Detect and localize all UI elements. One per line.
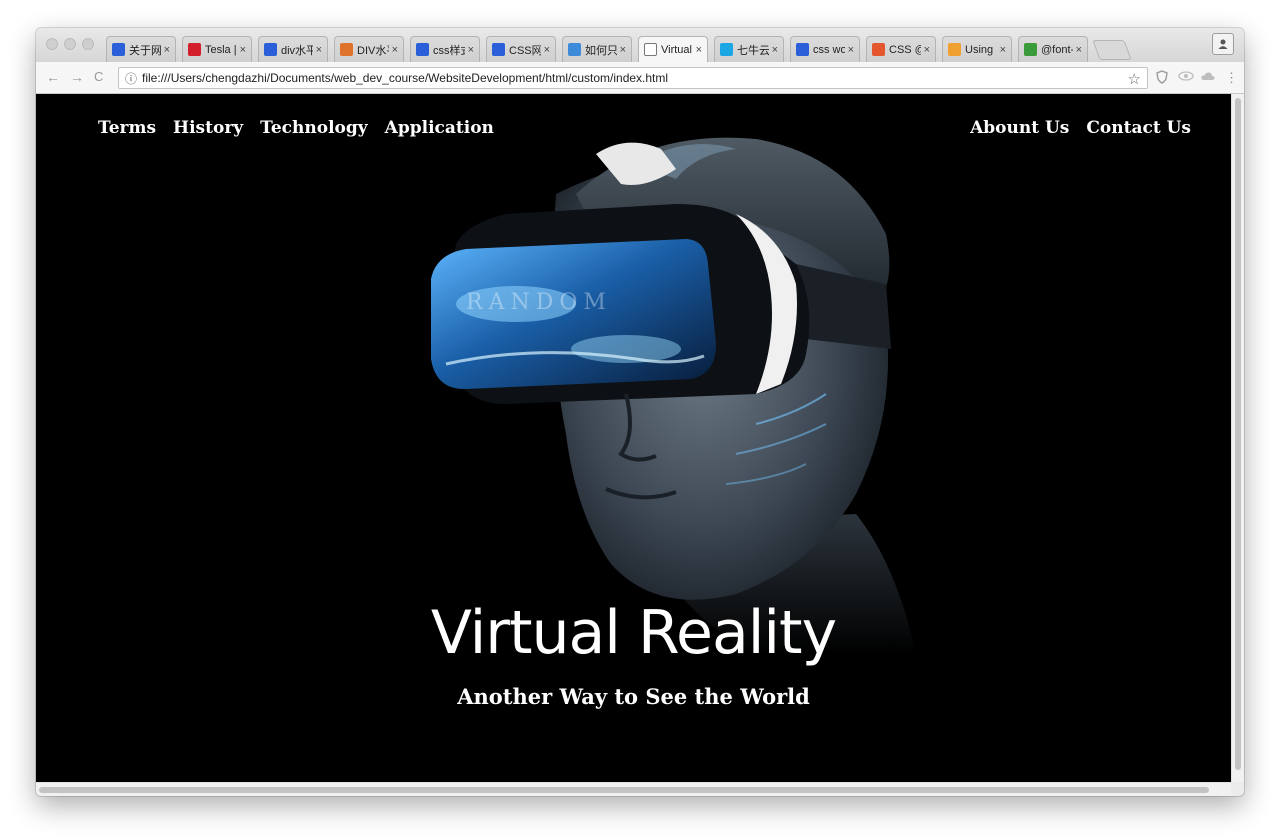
tab-close-icon[interactable]: × (468, 44, 474, 56)
maximize-window-button[interactable] (82, 38, 94, 50)
browser-window: 关于网 × Tesla | × div水平 × DIV水平 × css样式 (36, 28, 1244, 796)
forward-icon[interactable]: → (70, 69, 84, 85)
tab-title: DIV水平 (357, 44, 389, 57)
reload-icon[interactable]: C (94, 69, 103, 85)
tab-favicon-icon (796, 43, 809, 56)
browser-tab[interactable]: Using × (942, 36, 1012, 62)
tab-title: Virtual (661, 43, 692, 56)
browser-tab[interactable]: css样式 × (410, 36, 480, 62)
browser-tab[interactable]: css wo × (790, 36, 860, 62)
tab-title: 关于网 (129, 44, 161, 57)
horizontal-scrollbar[interactable] (36, 782, 1231, 796)
info-icon[interactable]: ⓘ (125, 70, 137, 87)
browser-tab[interactable]: @font- × (1018, 36, 1088, 62)
vertical-scroll-thumb[interactable] (1235, 98, 1241, 770)
browser-toolbar: ← → C ⓘ file:///Users/chengdazhi/Documen… (36, 62, 1244, 94)
tab-title: css wo (813, 43, 845, 56)
tab-favicon-icon (188, 43, 201, 56)
tab-favicon-icon (112, 43, 125, 56)
tab-close-icon[interactable]: × (620, 44, 626, 56)
nav-link-about-us[interactable]: Abount Us (970, 118, 1069, 138)
tab-close-icon[interactable]: × (1076, 44, 1082, 56)
tab-title: 如何只 (585, 44, 617, 57)
profile-icon[interactable] (1212, 33, 1234, 55)
tab-favicon-icon (1024, 43, 1037, 56)
tab-close-icon[interactable]: × (1000, 44, 1006, 56)
web-page: RANDOM Terms History Technology Applicat… (36, 94, 1231, 782)
nav-link-contact-us[interactable]: Contact Us (1086, 118, 1191, 138)
tab-title: CSS @ (889, 43, 921, 56)
horizontal-scroll-thumb[interactable] (39, 787, 1209, 793)
tab-close-icon[interactable]: × (240, 44, 246, 56)
nav-link-history[interactable]: History (173, 118, 243, 138)
close-window-button[interactable] (46, 38, 58, 50)
browser-tab[interactable]: 七牛云 × (714, 36, 784, 62)
tab-favicon-icon (492, 43, 505, 56)
browser-tab-active[interactable]: Virtual × (638, 36, 708, 62)
tab-close-icon[interactable]: × (924, 44, 930, 56)
tab-favicon-icon (340, 43, 353, 56)
tab-title: Tesla | (205, 43, 237, 56)
tab-favicon-icon (872, 43, 885, 56)
nav-left: Terms History Technology Application (98, 118, 494, 138)
tab-favicon-icon (720, 43, 733, 56)
vertical-scrollbar[interactable] (1231, 94, 1244, 782)
tab-title: @font- (1041, 43, 1073, 56)
address-bar[interactable]: ⓘ file:///Users/chengdazhi/Documents/web… (118, 67, 1148, 89)
tab-title: CSS网 (509, 44, 541, 57)
hero-title: Virtual Reality (430, 598, 837, 668)
browser-tab[interactable]: 如何只 × (562, 36, 632, 62)
tab-title: Using (965, 43, 994, 56)
hero-subtitle: Another Way to See the World (457, 684, 810, 709)
nav-link-terms[interactable]: Terms (98, 118, 156, 138)
browser-tab[interactable]: CSS @ × (866, 36, 936, 62)
browser-tab[interactable]: Tesla | × (182, 36, 252, 62)
tab-favicon-icon (644, 43, 657, 56)
nav-link-technology[interactable]: Technology (260, 118, 368, 138)
browser-tab[interactable]: 关于网 × (106, 36, 176, 62)
tab-close-icon[interactable]: × (164, 44, 170, 56)
minimize-window-button[interactable] (64, 38, 76, 50)
nav-link-application[interactable]: Application (385, 118, 494, 138)
chrome-menu-icon[interactable]: ⋮ (1225, 70, 1238, 86)
tab-favicon-icon (416, 43, 429, 56)
back-icon[interactable]: ← (46, 69, 60, 85)
tab-close-icon[interactable]: × (392, 44, 398, 56)
extension-eye-icon[interactable] (1178, 70, 1194, 86)
tab-close-icon[interactable]: × (696, 44, 702, 56)
tab-favicon-icon (568, 43, 581, 56)
browser-tab[interactable]: DIV水平 × (334, 36, 404, 62)
vr-headset-hero-image: RANDOM (431, 137, 916, 654)
tab-strip: 关于网 × Tesla | × div水平 × DIV水平 × css样式 (106, 34, 1132, 62)
tab-close-icon[interactable]: × (316, 44, 322, 56)
address-text: file:///Users/chengdazhi/Documents/web_d… (142, 71, 669, 85)
tab-close-icon[interactable]: × (848, 44, 854, 56)
nav-right: Abount Us Contact Us (970, 118, 1191, 138)
new-tab-button[interactable] (1092, 40, 1132, 60)
bookmark-star-icon[interactable]: ☆ (1128, 70, 1141, 88)
extension-cloud-icon[interactable] (1200, 70, 1216, 86)
extension-shield-icon[interactable] (1156, 70, 1168, 88)
tab-close-icon[interactable]: × (772, 44, 778, 56)
tab-title: div水平 (281, 44, 313, 57)
visor-watermark-text: RANDOM (466, 290, 612, 315)
browser-tab[interactable]: CSS网 × (486, 36, 556, 62)
tab-title: 七牛云 (737, 44, 769, 57)
tab-bar: 关于网 × Tesla | × div水平 × DIV水平 × css样式 (36, 28, 1244, 62)
browser-tab[interactable]: div水平 × (258, 36, 328, 62)
tab-title: css样式 (433, 44, 465, 57)
tab-favicon-icon (264, 43, 277, 56)
tab-favicon-icon (948, 43, 961, 56)
tab-close-icon[interactable]: × (544, 44, 550, 56)
